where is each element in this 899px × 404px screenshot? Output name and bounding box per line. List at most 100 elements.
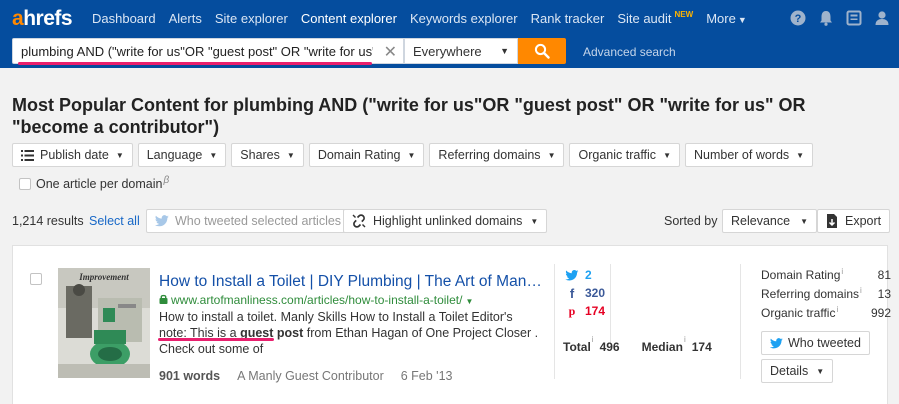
sorted-by-label: Sorted by: [664, 214, 718, 228]
facebook-count: 320: [585, 286, 606, 300]
results-count: 1,214 results: [12, 214, 84, 228]
divider: [740, 264, 741, 379]
pinterest-shares[interactable]: p 174: [565, 302, 605, 320]
divider: [610, 264, 611, 344]
median-value: 174: [691, 340, 712, 354]
nav-site-audit-label: Site audit: [617, 10, 672, 26]
twitter-icon: [155, 215, 169, 227]
article-thumbnail[interactable]: Improvement: [58, 268, 150, 378]
publish-date: 6 Feb '13: [400, 369, 453, 383]
who-tweeted-selected-button[interactable]: Who tweeted selected articles: [146, 209, 351, 233]
filter-organic-traffic[interactable]: Organic traffic ▼: [569, 143, 680, 167]
metric-domain-rating: Domain Ratingi 81: [761, 267, 891, 287]
help-icon[interactable]: ?: [789, 9, 807, 27]
nav-dashboard[interactable]: Dashboard: [92, 11, 156, 26]
ahrefs-logo[interactable]: ahrefs: [12, 7, 73, 31]
results-toolbar: 1,214 results Select all Who tweeted sel…: [12, 209, 891, 234]
search-button[interactable]: [518, 38, 566, 64]
author-name: A Manly Guest Contributor: [237, 369, 384, 383]
result-url[interactable]: www.artofmanliness.com/articles/how-to-i…: [159, 293, 473, 307]
search-query-text: plumbing AND ("write for us"OR "guest po…: [21, 43, 373, 59]
filter-label: Language: [146, 148, 203, 162]
filter-shares[interactable]: Shares ▼: [231, 143, 304, 167]
twitter-shares[interactable]: 2: [565, 266, 605, 284]
metric-value: 81: [877, 268, 891, 282]
bell-icon[interactable]: [817, 9, 835, 27]
snippet-highlight-underline: [158, 338, 274, 341]
details-button[interactable]: Details ▼: [761, 359, 834, 383]
one-article-per-domain-label: One article per domain: [36, 177, 163, 191]
result-title-link[interactable]: How to Install a Toilet | DIY Plumbing |…: [159, 273, 544, 291]
lock-icon: [159, 294, 168, 304]
one-article-per-domain-checkbox[interactable]: [19, 178, 31, 190]
caret-down-icon: ▼: [500, 46, 509, 56]
total-value: 496: [599, 340, 620, 354]
nav-content-explorer[interactable]: Content explorer: [301, 11, 397, 26]
result-select-checkbox[interactable]: [30, 273, 42, 285]
info-icon[interactable]: i: [860, 286, 862, 295]
search-input[interactable]: plumbing AND ("write for us"OR "guest po…: [12, 38, 404, 64]
nav-keywords-explorer[interactable]: Keywords explorer: [410, 11, 518, 26]
facebook-icon: f: [569, 285, 575, 301]
social-shares: 2 f 320 p 174: [565, 266, 605, 320]
caret-down-icon: ▼: [115, 150, 124, 160]
new-badge: NEW: [674, 9, 694, 19]
caret-down-icon: ▼: [286, 150, 295, 160]
nav-site-explorer[interactable]: Site explorer: [215, 11, 288, 26]
caret-down-icon[interactable]: ▼: [465, 297, 473, 306]
logo-letter-a: a: [12, 7, 24, 30]
select-all-link[interactable]: Select all: [89, 214, 140, 228]
filter-language[interactable]: Language ▼: [137, 143, 227, 167]
word-count: 901 words: [159, 369, 221, 383]
caret-down-icon: ▼: [209, 150, 218, 160]
highlight-unlinked-domains-button[interactable]: Highlight unlinked domains ▼: [343, 209, 548, 233]
query-highlight-underline: [18, 62, 372, 65]
nav-alerts[interactable]: Alerts: [169, 11, 202, 26]
info-icon[interactable]: i: [684, 335, 686, 349]
export-button[interactable]: Export: [817, 209, 891, 233]
caret-down-icon: ▼: [800, 216, 808, 226]
filter-label: Referring domains: [438, 148, 541, 162]
nav-site-audit[interactable]: Site audit NEW: [617, 9, 694, 26]
filter-label: Organic traffic: [578, 148, 657, 162]
facebook-shares[interactable]: f 320: [565, 284, 605, 302]
beta-mark: β: [163, 174, 170, 186]
thumbnail-caption: Improvement: [78, 272, 129, 282]
nav-more-label: More: [706, 10, 736, 26]
filter-referring-domains[interactable]: Referring domains ▼: [429, 143, 565, 167]
twitter-count: 2: [585, 268, 592, 282]
divider: [554, 264, 555, 379]
news-icon[interactable]: [845, 9, 863, 27]
result-url-text: www.artofmanliness.com/articles/how-to-i…: [171, 293, 463, 307]
search-scope-value: Everywhere: [413, 43, 482, 59]
pinterest-count: 174: [585, 304, 606, 318]
clear-icon[interactable]: ✕: [384, 42, 397, 62]
svg-text:?: ?: [795, 13, 802, 25]
nav-more[interactable]: More ▼: [706, 11, 747, 26]
export-icon: [827, 214, 837, 228]
who-tweeted-selected-label: Who tweeted selected articles: [175, 214, 342, 228]
total-label: Total: [563, 340, 591, 354]
info-icon[interactable]: i: [841, 267, 843, 276]
info-icon[interactable]: i: [836, 305, 838, 314]
filter-publish-date[interactable]: Publish date ▼: [12, 143, 133, 167]
who-tweeted-button[interactable]: Who tweeted: [761, 331, 870, 355]
share-totals: Total i 496 Median i 174: [563, 335, 734, 354]
export-label: Export: [845, 214, 882, 228]
metric-referring-domains: Referring domainsi 13: [761, 286, 891, 306]
nav-rank-tracker[interactable]: Rank tracker: [531, 11, 605, 26]
filter-domain-rating[interactable]: Domain Rating ▼: [308, 143, 425, 167]
result-meta: 901 words A Manly Guest Contributor 6 Fe…: [159, 369, 452, 383]
caret-down-icon: ▼: [663, 150, 671, 160]
user-icon[interactable]: [873, 9, 891, 27]
highlight-unlinked-label: Highlight unlinked domains: [373, 214, 523, 228]
advanced-search-link[interactable]: Advanced search: [583, 45, 676, 59]
filter-number-of-words[interactable]: Number of words ▼: [684, 143, 814, 167]
filter-label: Number of words: [693, 148, 790, 162]
who-tweeted-label: Who tweeted: [788, 336, 861, 350]
search-scope-select[interactable]: Everywhere ▼: [404, 38, 518, 64]
details-label: Details: [770, 364, 809, 378]
twitter-icon: [565, 269, 579, 280]
sort-select[interactable]: Relevance ▼: [722, 209, 817, 233]
info-icon[interactable]: i: [592, 335, 594, 349]
